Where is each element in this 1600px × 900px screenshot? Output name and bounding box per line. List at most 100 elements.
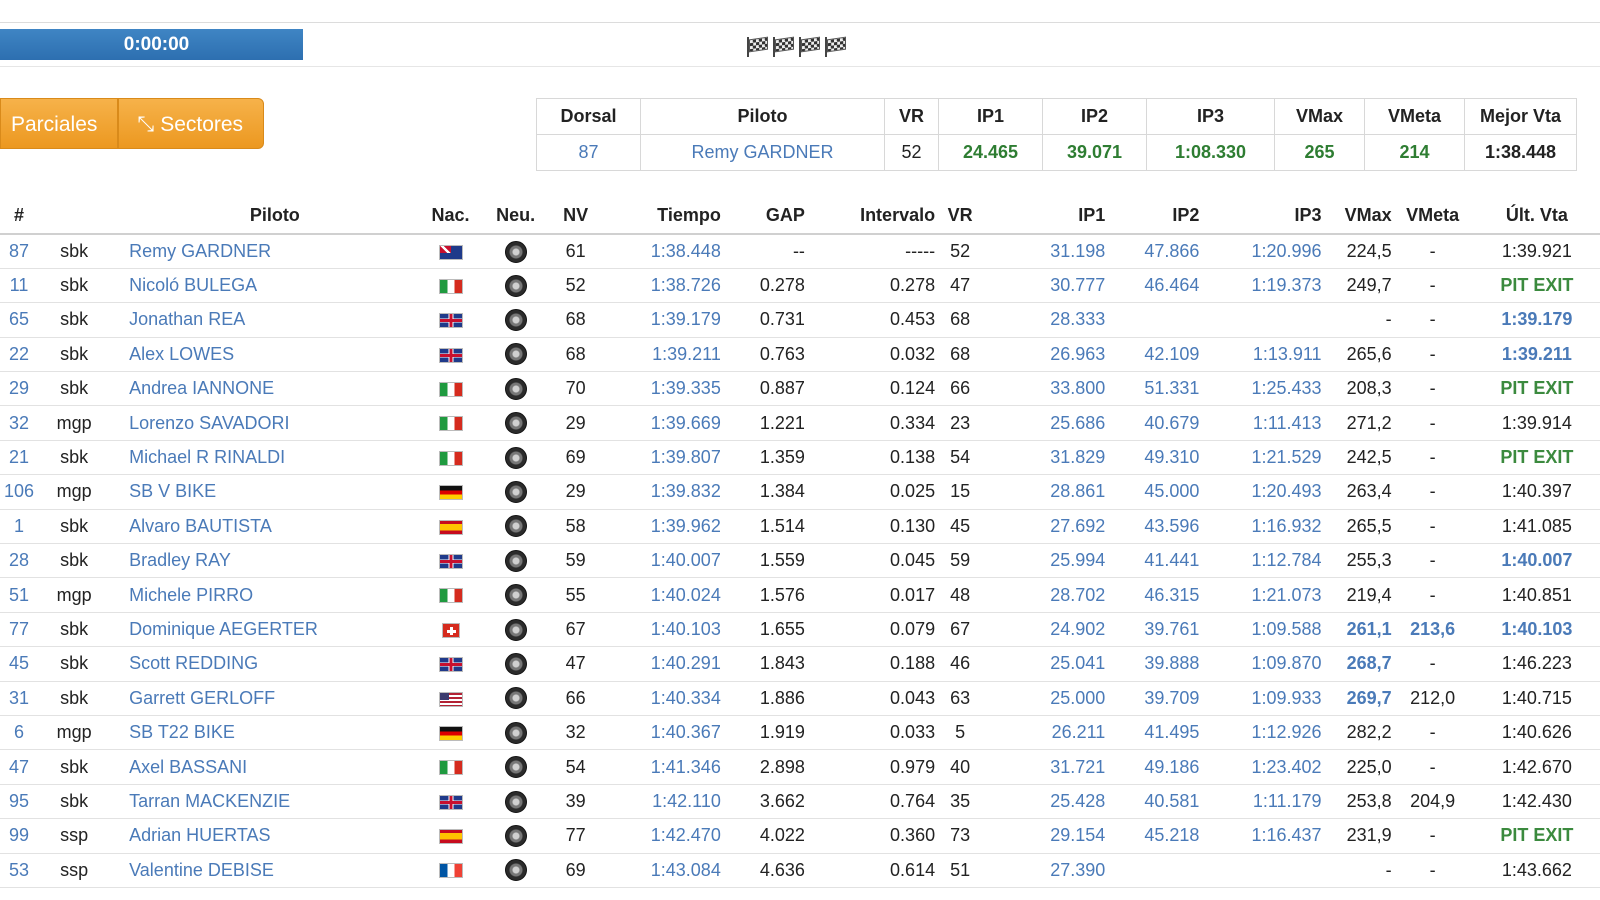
cell-ip1: 27.390 [985,853,1106,888]
cell-piloto[interactable]: Axel BASSANI [110,749,421,785]
cell-ult: 1:39.921 [1473,234,1600,269]
cell-piloto[interactable]: Andrea IANNONE [110,371,421,407]
nationality-flag-icon [420,337,481,373]
table-row[interactable]: 1 sbk Alvaro BAUTISTA 58 1:39.962 1.514 0.130 4… [0,509,1600,545]
table-row[interactable]: 51 mgp Michele PIRRO 55 1:40.024 1.576 0.017 48… [0,577,1600,613]
cell-piloto[interactable]: Tarran MACKENZIE [110,784,421,820]
best-cell-3: 24.465 [938,134,1043,171]
cell-piloto[interactable]: Alex LOWES [110,337,421,373]
cell-piloto[interactable]: Michele PIRRO [110,577,421,613]
column-header-14[interactable]: VMeta [1391,198,1474,235]
cell-piloto[interactable]: Bradley RAY [110,543,421,579]
cell-ult: 1:40.103 [1473,612,1600,648]
cell-num[interactable]: 51 [0,577,39,613]
column-header-8[interactable]: Intervalo [804,198,936,235]
table-row[interactable]: 95 sbk Tarran MACKENZIE 39 1:42.110 3.662 0.76… [0,784,1600,820]
column-header-6[interactable]: Tiempo [600,198,721,235]
cell-ip1: 27.692 [985,509,1106,545]
cell-num[interactable]: 6 [0,715,39,751]
cell-tiempo: 1:39.669 [600,405,721,441]
table-row[interactable]: 87 sbk Remy GARDNER 61 1:38.448 -- ----- 52 31.1… [0,234,1600,269]
cell-cls: sbk [38,302,111,338]
tyre-icon-cell [480,715,551,751]
column-header-5[interactable]: NV [550,198,601,235]
column-header-0[interactable]: # [0,198,39,235]
tyre-icon-cell [480,612,551,648]
table-row[interactable]: 77 sbk Dominique AEGERTER 67 1:40.103 1.655 0.… [0,612,1600,648]
cell-num[interactable]: 77 [0,612,39,648]
cell-gap: 1.886 [720,681,805,716]
cell-piloto[interactable]: SB T22 BIKE [110,715,421,751]
cell-num[interactable]: 28 [0,543,39,579]
cell-num[interactable]: 11 [0,268,39,304]
cell-ip2: 46.315 [1105,577,1200,613]
table-row[interactable]: 32 mgp Lorenzo SAVADORI 29 1:39.669 1.221 0.33… [0,405,1600,441]
cell-piloto[interactable]: Garrett GERLOFF [110,681,421,716]
table-row[interactable]: 99 ssp Adrian HUERTAS 77 1:42.470 4.022 0.360 7… [0,818,1600,854]
cell-num[interactable]: 53 [0,853,39,888]
table-row[interactable]: 45 sbk Scott REDDING 47 1:40.291 1.843 0.188 46… [0,646,1600,682]
cell-tiempo: 1:38.448 [600,234,721,269]
flag-deu-icon [438,485,463,501]
table-row[interactable]: 6 mgp SB T22 BIKE 32 1:40.367 1.919 0.033 5 26.2… [0,715,1600,751]
cell-num[interactable]: 29 [0,371,39,407]
table-row[interactable]: 22 sbk Alex LOWES 68 1:39.211 0.763 0.032 68 26.… [0,337,1600,373]
cell-piloto[interactable]: Alvaro BAUTISTA [110,509,421,545]
cell-piloto[interactable]: SB V BIKE [110,474,421,510]
column-header-13[interactable]: VMax [1321,198,1392,235]
column-header-15[interactable]: Últ. Vta [1473,198,1600,235]
table-row[interactable]: 11 sbk Nicoló BULEGA 52 1:38.726 0.278 0.278 47… [0,268,1600,304]
cell-piloto[interactable]: Jonathan REA [110,302,421,338]
column-header-10[interactable]: IP1 [985,198,1106,235]
cell-num[interactable]: 99 [0,818,39,854]
cell-num[interactable]: 106 [0,474,39,510]
cell-piloto[interactable]: Valentine DEBISE [110,853,421,888]
cell-ult: 1:42.670 [1473,749,1600,785]
table-row[interactable]: 29 sbk Andrea IANNONE 70 1:39.335 0.887 0.124 6… [0,371,1600,407]
cell-ip2: 39.888 [1105,646,1200,682]
column-header-3[interactable]: Nac. [420,198,481,235]
cell-num[interactable]: 45 [0,646,39,682]
column-header-7[interactable]: GAP [720,198,805,235]
sectores-button[interactable]: ⤡ Sectores [118,98,265,149]
best-header-2: VR [884,98,939,135]
cell-num[interactable]: 95 [0,784,39,820]
cell-piloto[interactable]: Nicoló BULEGA [110,268,421,304]
cell-ip1: 31.198 [985,234,1106,269]
cell-gap: 4.022 [720,818,805,854]
column-header-4[interactable]: Neu. [480,198,551,235]
cell-num[interactable]: 65 [0,302,39,338]
table-row[interactable]: 106 mgp SB V BIKE 29 1:39.832 1.384 0.025 15 28.… [0,474,1600,510]
table-row[interactable]: 31 sbk Garrett GERLOFF 66 1:40.334 1.886 0.043… [0,681,1600,716]
cell-num[interactable]: 21 [0,440,39,476]
cell-vr: 54 [935,440,986,476]
parciales-button[interactable]: Parciales [0,98,119,149]
nationality-flag-icon [420,818,481,854]
tyre-icon-cell [480,784,551,820]
cell-piloto[interactable]: Adrian HUERTAS [110,818,421,854]
cell-piloto[interactable]: Remy GARDNER [110,234,421,269]
table-row[interactable]: 47 sbk Axel BASSANI 54 1:41.346 2.898 0.979 40 3… [0,749,1600,785]
column-header-12[interactable]: IP3 [1199,198,1322,235]
table-row[interactable]: 21 sbk Michael R RINALDI 69 1:39.807 1.359 0.1… [0,440,1600,476]
cell-num[interactable]: 87 [0,234,39,269]
column-header-1[interactable] [38,198,111,235]
parciales-label: Parciales [11,113,98,136]
column-header-11[interactable]: IP2 [1105,198,1200,235]
column-header-9[interactable]: VR [935,198,986,235]
cell-num[interactable]: 1 [0,509,39,545]
cell-piloto[interactable]: Dominique AEGERTER [110,612,421,648]
cell-vr: 51 [935,853,986,888]
best-cell-5: 1:08.330 [1146,134,1275,171]
table-row[interactable]: 53 ssp Valentine DEBISE 69 1:43.084 4.636 0.61… [0,853,1600,888]
cell-num[interactable]: 22 [0,337,39,373]
cell-num[interactable]: 31 [0,681,39,716]
table-row[interactable]: 65 sbk Jonathan REA 68 1:39.179 0.731 0.453 68 2… [0,302,1600,338]
cell-piloto[interactable]: Michael R RINALDI [110,440,421,476]
cell-num[interactable]: 47 [0,749,39,785]
cell-num[interactable]: 32 [0,405,39,441]
cell-piloto[interactable]: Lorenzo SAVADORI [110,405,421,441]
column-header-2[interactable]: Piloto [110,198,421,235]
table-row[interactable]: 28 sbk Bradley RAY 59 1:40.007 1.559 0.045 59 25… [0,543,1600,579]
cell-piloto[interactable]: Scott REDDING [110,646,421,682]
